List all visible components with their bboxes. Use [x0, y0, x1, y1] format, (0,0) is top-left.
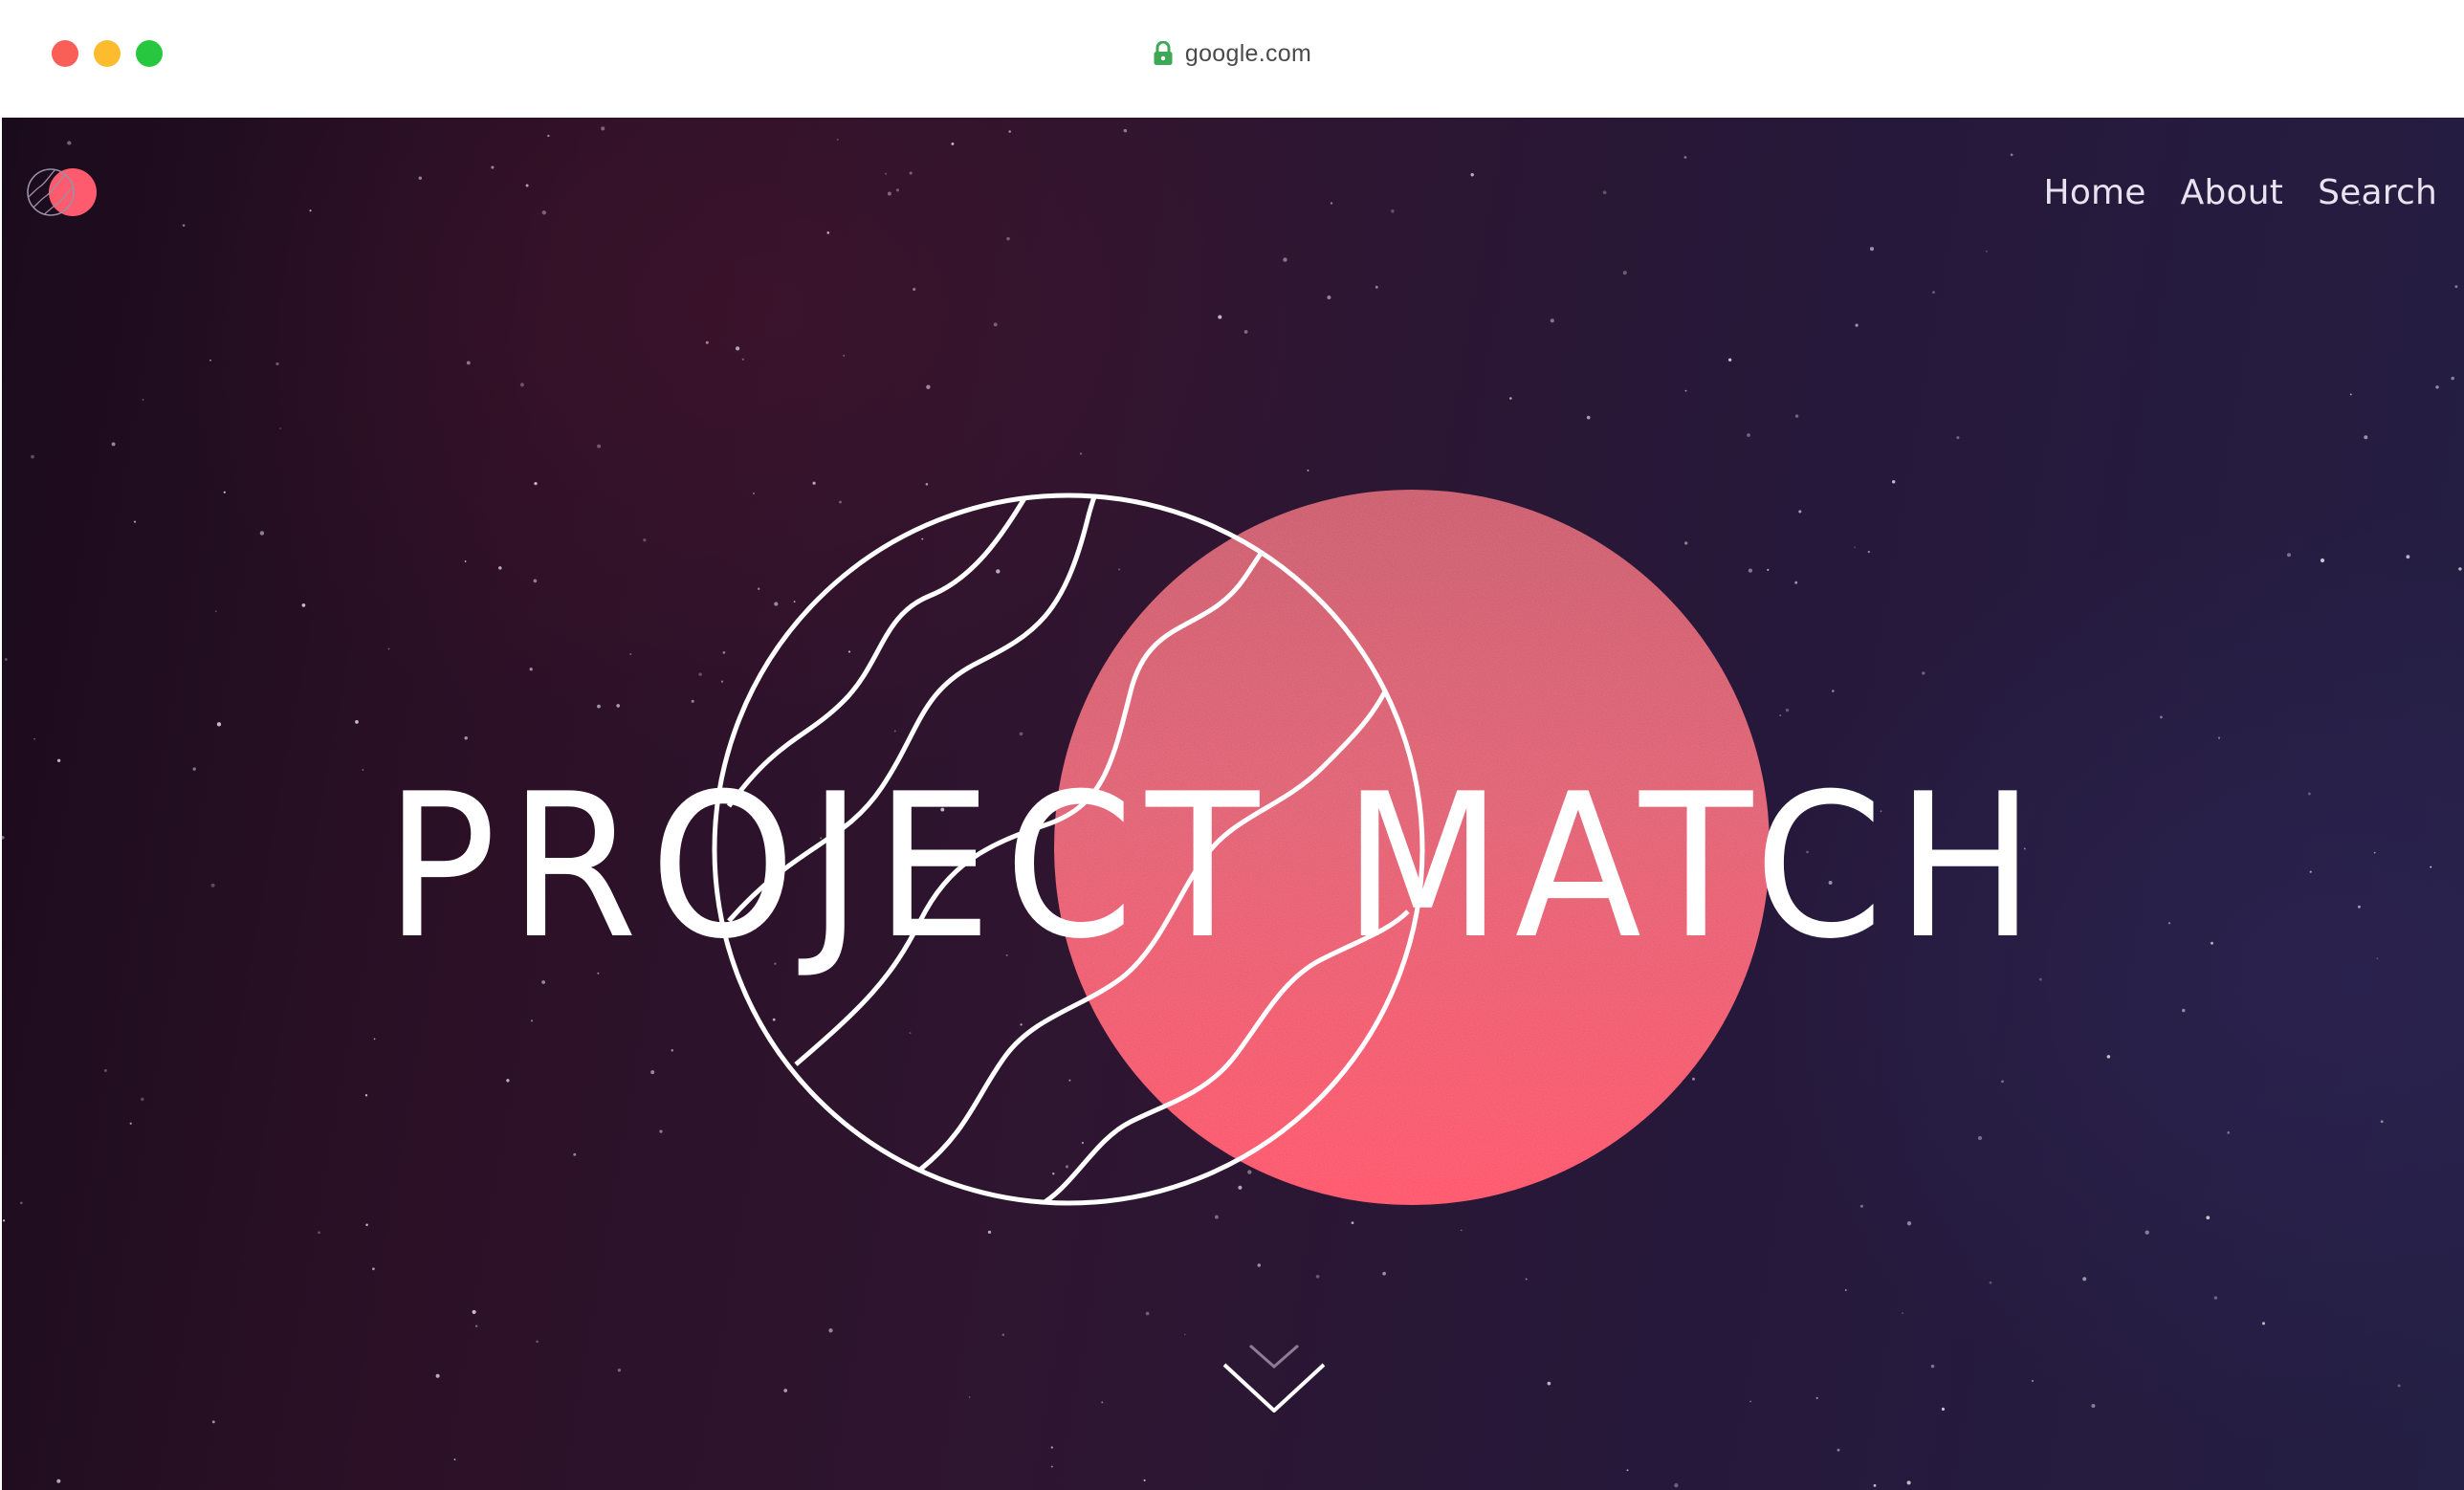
- browser-chrome: google.com: [0, 0, 2464, 118]
- address-url: google.com: [1184, 39, 1312, 67]
- hero-title: PROJECT MATCH: [385, 752, 2048, 983]
- lock-icon: [1153, 41, 1174, 66]
- address-bar[interactable]: google.com: [0, 34, 2464, 73]
- web-page: Home About Search PROJECT MATCH: [2, 118, 2464, 1490]
- chevron-down-icon[interactable]: [1217, 1326, 1331, 1413]
